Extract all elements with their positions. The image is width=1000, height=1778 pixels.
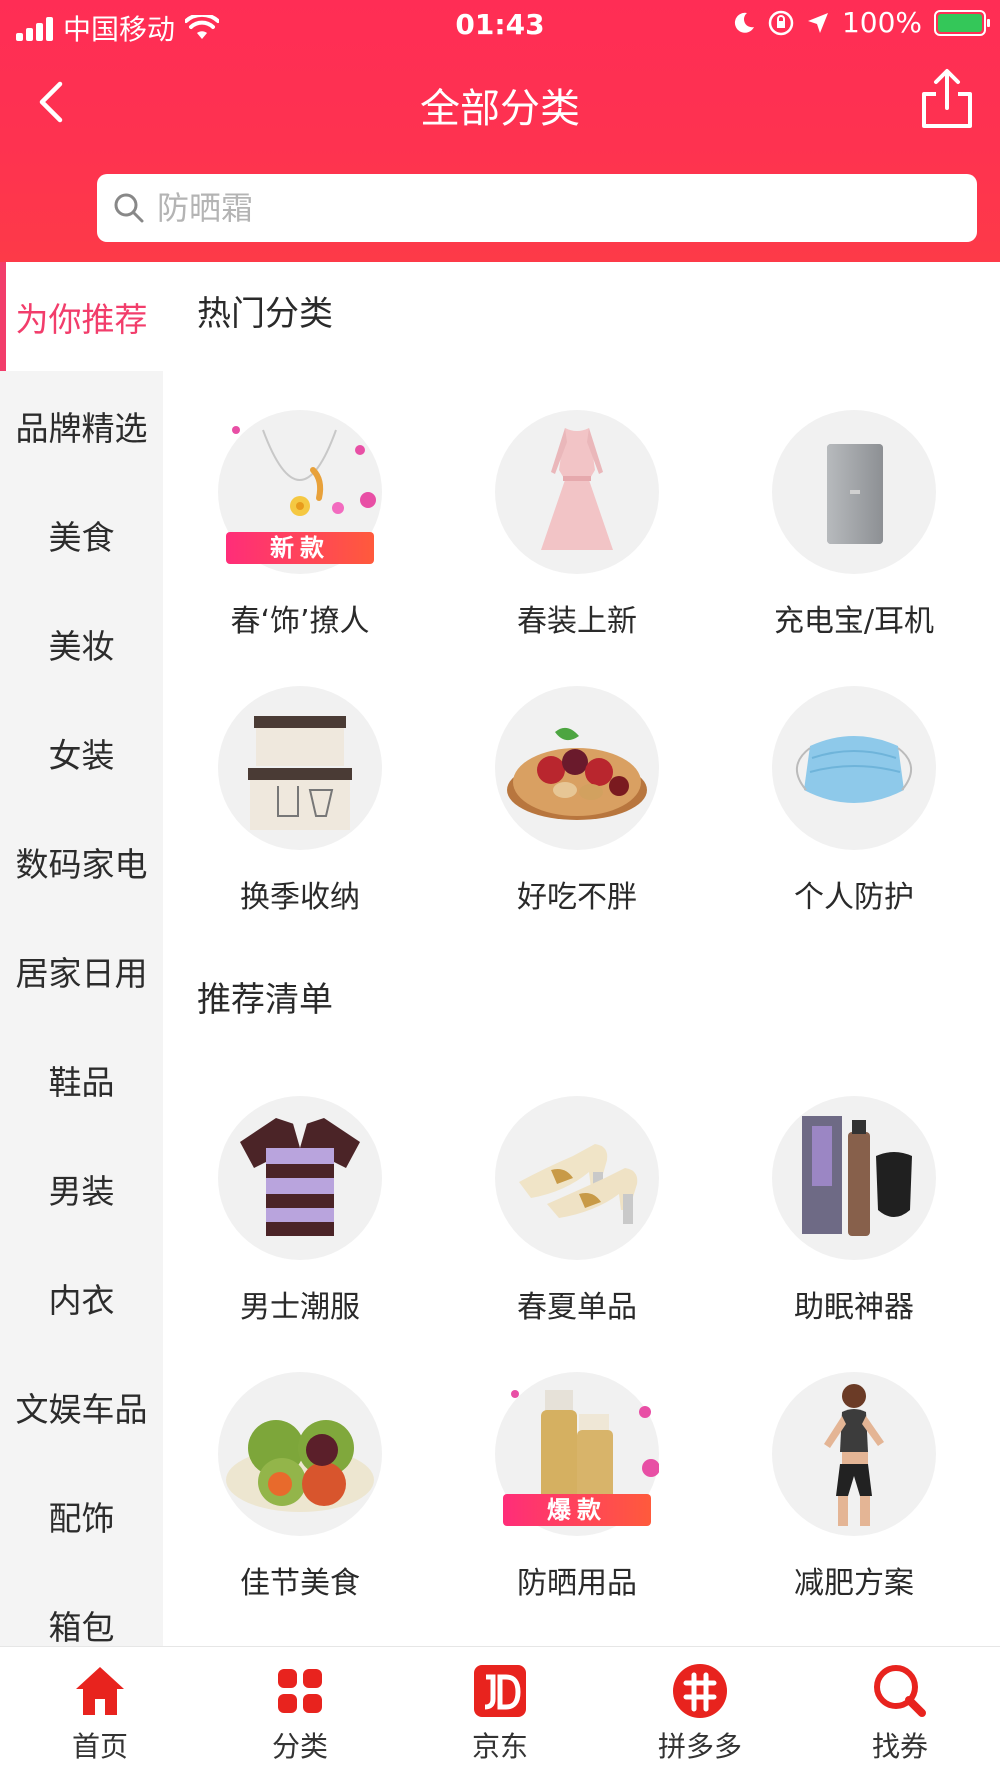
- sidebar-item-recommended[interactable]: 为你推荐: [0, 262, 163, 371]
- sidebar-item-womens[interactable]: 女装: [0, 698, 163, 807]
- pinduoduo-icon: [673, 1664, 727, 1718]
- share-button[interactable]: [916, 66, 978, 132]
- sidebar-item-mens[interactable]: 男装: [0, 1134, 163, 1243]
- tab-label: 分类: [271, 1730, 328, 1763]
- location-icon: [807, 12, 828, 33]
- sidebar-item-entertainment[interactable]: 文娱车品: [0, 1352, 163, 1461]
- item-label: 个人防护: [794, 880, 914, 915]
- tab-label: 找券: [871, 1730, 928, 1763]
- sidebar-item-underwear[interactable]: 内衣: [0, 1243, 163, 1352]
- category-item[interactable]: 佳节美食: [200, 1372, 400, 1602]
- sleep-mask-icon: [772, 1096, 936, 1260]
- section-title-recommend: 推荐清单: [197, 980, 333, 1020]
- tab-jd[interactable]: 京东: [400, 1647, 600, 1778]
- sidebar-item-shoes[interactable]: 鞋品: [0, 1025, 163, 1134]
- page-title: 全部分类: [420, 86, 580, 132]
- battery-icon: [934, 9, 990, 36]
- item-label: 春装上新: [517, 604, 637, 639]
- category-content: 热门分类 新款 春‘饰’撩人 春装上新 充电宝/耳机 换季收纳 好吃不胖 个人防…: [163, 262, 1000, 1646]
- sidebar-item-home[interactable]: 居家日用: [0, 916, 163, 1025]
- section-title-hot: 热门分类: [197, 294, 333, 334]
- new-badge: 新款: [226, 532, 374, 564]
- sidebar-item-brands[interactable]: 品牌精选: [0, 371, 163, 480]
- category-icon: [278, 1669, 322, 1713]
- sidebar-item-digital[interactable]: 数码家电: [0, 807, 163, 916]
- category-item[interactable]: 减肥方案: [754, 1372, 954, 1602]
- tab-bar: 首页 分类 京东 拼多多 找券: [0, 1646, 1000, 1778]
- home-icon: [76, 1667, 124, 1715]
- item-label: 充电宝/耳机: [773, 604, 935, 639]
- item-label: 好吃不胖: [517, 880, 637, 915]
- search-input[interactable]: [157, 189, 937, 227]
- item-label: 换季收纳: [240, 880, 360, 915]
- category-item[interactable]: 助眠神器: [754, 1096, 954, 1326]
- mask-icon: [772, 686, 936, 850]
- item-label: 春‘饰’撩人: [230, 604, 370, 639]
- sidebar-item-food[interactable]: 美食: [0, 480, 163, 589]
- category-item[interactable]: 充电宝/耳机: [754, 410, 954, 640]
- hot-badge: 爆款: [503, 1494, 651, 1526]
- category-item[interactable]: 春夏单品: [477, 1096, 677, 1326]
- sidebar-item-beauty[interactable]: 美妆: [0, 589, 163, 698]
- rotation-lock-icon: [768, 10, 794, 35]
- status-bar: 中国移动 01:43 100%: [0, 0, 1000, 50]
- item-label: 助眠神器: [794, 1290, 914, 1325]
- tab-label: 首页: [71, 1730, 128, 1763]
- category-item[interactable]: 新款 春‘饰’撩人: [200, 410, 400, 640]
- moon-icon: [734, 12, 754, 33]
- item-label: 男士潮服: [240, 1290, 360, 1325]
- dress-icon: [495, 410, 659, 574]
- tab-home[interactable]: 首页: [0, 1647, 200, 1778]
- coupon-search-icon: [874, 1665, 926, 1717]
- sidebar-item-accessories[interactable]: 配饰: [0, 1461, 163, 1570]
- sidebar-item-bags[interactable]: 箱包: [0, 1570, 163, 1647]
- category-item[interactable]: 好吃不胖: [477, 686, 677, 916]
- fitness-icon: [772, 1372, 936, 1536]
- header: 中国移动 01:43 100% 全部分类 防晒霜: [0, 0, 1000, 262]
- nuts-icon: [495, 686, 659, 850]
- category-item[interactable]: 个人防护: [754, 686, 954, 916]
- necklace-icon: 新款: [218, 410, 382, 574]
- category-sidebar: 为你推荐 品牌精选 美食 美妆 女装 数码家电 居家日用 鞋品 男装 内衣 文娱…: [0, 262, 163, 1646]
- storage-box-icon: [218, 686, 382, 850]
- battery-percent: 100%: [841, 6, 922, 39]
- search-bar[interactable]: [97, 174, 977, 242]
- polo-shirt-icon: [218, 1096, 382, 1260]
- category-item[interactable]: 男士潮服: [200, 1096, 400, 1326]
- category-item[interactable]: 爆款 防晒用品: [477, 1372, 677, 1602]
- category-item[interactable]: 换季收纳: [200, 686, 400, 916]
- tab-pinduoduo[interactable]: 拼多多: [600, 1647, 800, 1778]
- tab-coupon[interactable]: 找券: [800, 1647, 1000, 1778]
- heels-icon: [495, 1096, 659, 1260]
- item-label: 防晒用品: [517, 1566, 637, 1601]
- item-label: 佳节美食: [240, 1566, 360, 1601]
- sunscreen-icon: 爆款: [495, 1372, 660, 1536]
- tab-label: 京东: [471, 1730, 528, 1763]
- jd-icon: [474, 1665, 526, 1717]
- category-item[interactable]: 春装上新: [477, 410, 677, 640]
- power-bank-icon: [772, 410, 936, 574]
- dumplings-icon: [218, 1372, 382, 1536]
- search-icon: [114, 193, 144, 223]
- item-label: 春夏单品: [517, 1290, 637, 1325]
- item-label: 减肥方案: [794, 1566, 914, 1601]
- tab-label: 拼多多: [657, 1730, 742, 1763]
- nav-bar: 全部分类: [0, 50, 1000, 154]
- tab-category[interactable]: 分类: [200, 1647, 400, 1778]
- share-icon: [922, 69, 972, 128]
